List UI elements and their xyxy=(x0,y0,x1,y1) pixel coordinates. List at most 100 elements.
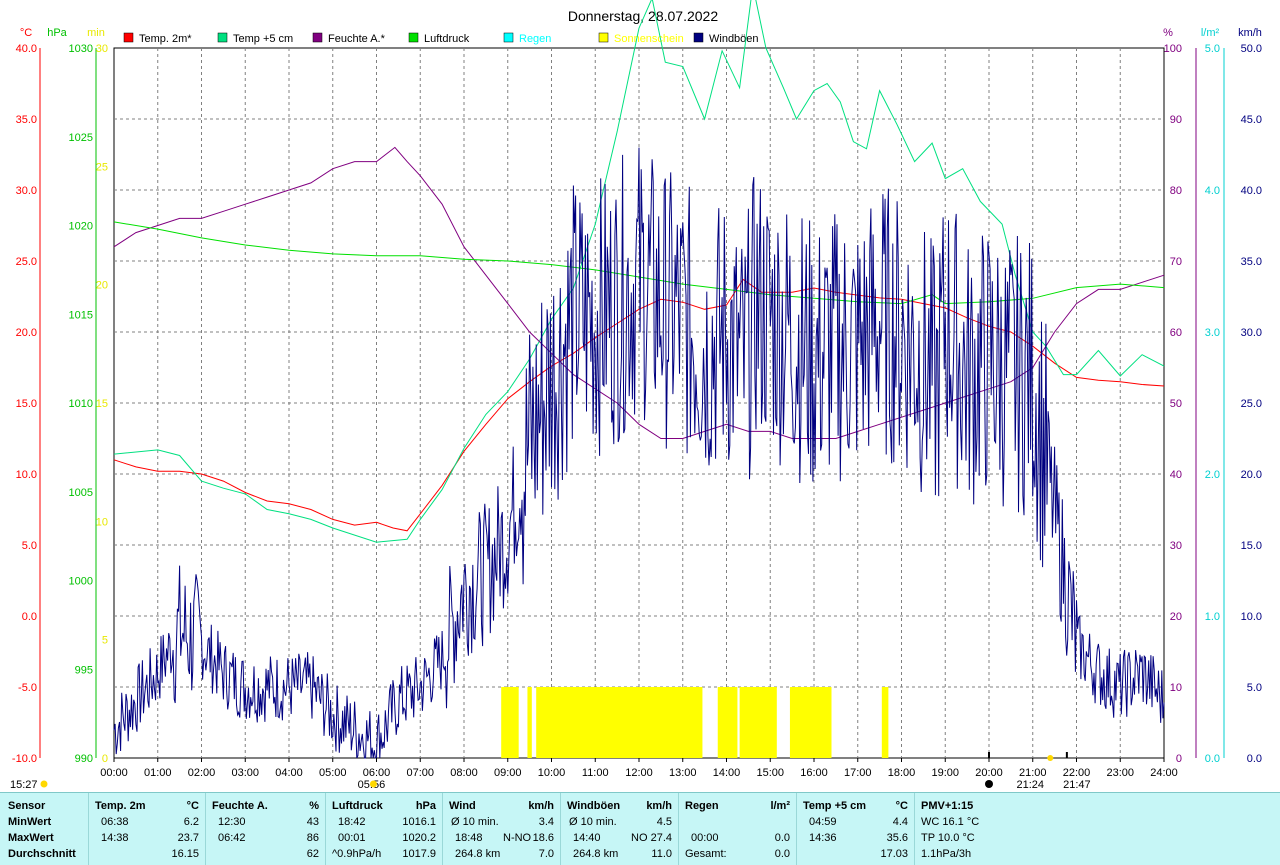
stats-col-gusts: Windböen km/h Ø 10 min. 4.5 14:40 NO 27.4 26… xyxy=(560,793,678,865)
sunshine-bar xyxy=(789,687,832,758)
tick-label-press: 1020 xyxy=(69,221,93,233)
tick-label-rain: 4.0 xyxy=(1205,185,1220,197)
tick-label-hum: 50 xyxy=(1170,398,1182,410)
legend-swatch xyxy=(123,32,134,43)
stats-time: 04:59 xyxy=(809,816,837,828)
tick-label-wind: 15.0 xyxy=(1241,540,1262,552)
tick-label-hum: 60 xyxy=(1170,327,1182,339)
stats-value: 35.6 xyxy=(886,832,908,844)
tick-label-sun: 15 xyxy=(96,398,108,410)
stats-value: 1020.2 xyxy=(402,832,436,844)
stats-col-pmv: PMV+1:15 WC 16.1 °C TP 10.0 °C 1.1hPa/3h xyxy=(914,793,1025,865)
stats-col-humidity: Feuchte A.% 12:30 43 06:42 86 62 xyxy=(205,793,325,865)
legend-label: Sonnenschein xyxy=(614,33,684,45)
stats-unit: km/h xyxy=(528,800,554,812)
sunshine-bar xyxy=(717,687,738,758)
sunshine-bar xyxy=(501,687,519,758)
x-tick-label: 11:00 xyxy=(582,767,609,779)
stats-value: 1017.9 xyxy=(402,848,436,860)
stats-time: 06:42 xyxy=(218,832,246,844)
x-tick-label: 15:00 xyxy=(756,767,784,779)
sunshine-bar xyxy=(739,687,777,758)
stats-time: 18:48 xyxy=(455,832,483,844)
stats-value: 16.15 xyxy=(171,848,199,860)
stats-value: 1.1hPa/3h xyxy=(921,848,972,860)
x-tick-label: 13:00 xyxy=(669,767,697,779)
stats-note: Ø 10 min. xyxy=(451,816,499,828)
x-tick-label: 01:00 xyxy=(144,767,172,779)
stats-direction: NO xyxy=(631,832,648,844)
tick-label-sun: 30 xyxy=(96,43,108,55)
tick-label-wind: 20.0 xyxy=(1241,469,1262,481)
sunshine-bar xyxy=(881,687,889,758)
stats-value: 6.2 xyxy=(183,816,199,828)
x-tick-label: 05:00 xyxy=(319,767,347,779)
tick-label-sun: 25 xyxy=(96,161,108,173)
stats-unit: l/m² xyxy=(770,800,790,812)
x-tick-label: 24:00 xyxy=(1150,767,1178,779)
stats-value: 4.4 xyxy=(892,816,908,828)
x-tick-label: 00:00 xyxy=(100,767,128,779)
stats-time: 14:36 xyxy=(809,832,837,844)
x-tick-label: 20:00 xyxy=(975,767,1003,779)
stats-col-rain: Regen l/m² 00:00 0.0 Gesamt: 0.0 xyxy=(678,793,796,865)
stats-value: 7.0 xyxy=(538,848,554,860)
legend-label: Feuchte A.* xyxy=(328,33,386,45)
stats-value: 86 xyxy=(306,832,319,844)
tick-label-wind: 5.0 xyxy=(1247,682,1262,694)
tick-label-sun: 20 xyxy=(96,280,108,292)
stats-header: Regen xyxy=(685,800,719,812)
legend-swatch xyxy=(408,32,419,43)
tick-label-temp: 0.0 xyxy=(22,611,37,623)
stats-table: Sensor MinWert MaxWert Durchschnitt Temp… xyxy=(0,792,1280,865)
row-label-max: MaxWert xyxy=(8,832,54,844)
x-tick-label: 22:00 xyxy=(1063,767,1091,779)
legend-label: Temp. 2m* xyxy=(139,33,192,45)
sunrise-icon xyxy=(369,780,377,788)
stats-value: 27.4 xyxy=(650,832,672,844)
tick-label-press: 1000 xyxy=(69,576,93,588)
tick-label-hum: 100 xyxy=(1164,43,1182,55)
legend: Temp. 2m* Temp +5 cm Feuchte A.* Luftdruck R… xyxy=(123,32,759,45)
stats-value: 0.0 xyxy=(774,832,790,844)
stats-col-temp5cm: Temp +5 cm °C 04:59 4.4 14:36 35.6 17.03 xyxy=(796,793,914,865)
legend-label: Luftdruck xyxy=(424,33,470,45)
x-tick-label: 23:00 xyxy=(1106,767,1134,779)
x-tick-label: 14:00 xyxy=(713,767,741,779)
x-ticks: 00:00 01:00 02:00 03:00 04:00 05:00 06:00 07:00… xyxy=(100,758,1178,779)
tick-label-wind: 50.0 xyxy=(1241,43,1262,55)
tick-label-temp: 30.0 xyxy=(16,185,37,197)
tick-label-temp: -10.0 xyxy=(12,753,37,765)
stats-time: 12:30 xyxy=(218,816,246,828)
tick-label-wind: 30.0 xyxy=(1241,327,1262,339)
x-tick-label: 19:00 xyxy=(931,767,959,779)
moonrise-label: 21:47 xyxy=(1063,779,1091,791)
tick-label-temp: 10.0 xyxy=(16,469,37,481)
stats-time: 14:40 xyxy=(573,832,601,844)
weather-chart: Donnerstag, 28.07.2022 Temp. 2m* Temp +5 … xyxy=(10,0,1262,791)
axis-unit-hum: % xyxy=(1163,27,1173,39)
stats-value: WC 16.1 °C xyxy=(921,816,980,828)
x-tick-label: 18:00 xyxy=(888,767,916,779)
stats-note: Ø 10 min. xyxy=(569,816,617,828)
tick-label-press: 1030 xyxy=(69,43,93,55)
stats-time: 06:38 xyxy=(101,816,129,828)
stats-value: 43 xyxy=(306,816,319,828)
stats-header: Windböen xyxy=(567,800,621,812)
tick-label-temp: 35.0 xyxy=(16,114,37,126)
stats-unit: °C xyxy=(186,800,199,812)
stats-header: Temp +5 cm xyxy=(803,800,867,812)
axis-unit-sun: min xyxy=(87,27,105,39)
tick-label-hum: 90 xyxy=(1170,114,1182,126)
tick-label-wind: 25.0 xyxy=(1241,398,1262,410)
stats-unit: hPa xyxy=(415,800,436,812)
stats-value: 18.6 xyxy=(532,832,554,844)
day-length-sun-icon xyxy=(40,780,48,788)
tick-label-wind: 45.0 xyxy=(1241,114,1262,126)
tick-label-temp: 40.0 xyxy=(16,43,37,55)
tick-label-wind: 40.0 xyxy=(1241,185,1262,197)
stats-value: 3.4 xyxy=(538,816,554,828)
stats-value: 0.0 xyxy=(774,848,790,860)
tick-label-hum: 20 xyxy=(1170,611,1182,623)
sunshine-bar xyxy=(527,687,532,758)
